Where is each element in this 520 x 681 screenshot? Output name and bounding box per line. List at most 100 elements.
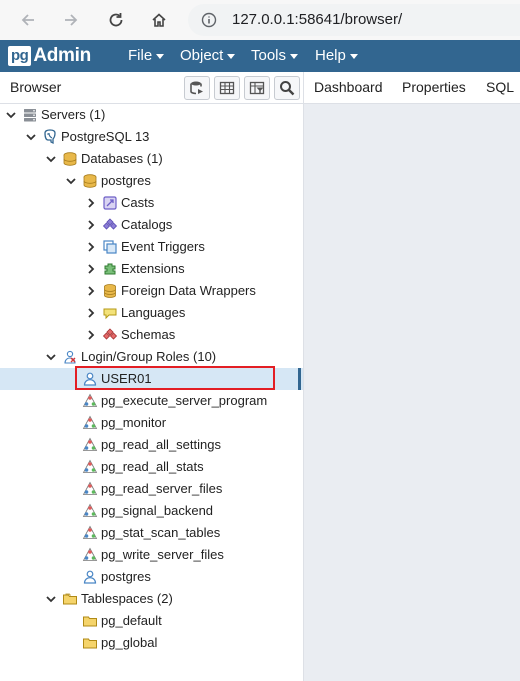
forward-button[interactable] <box>58 7 84 33</box>
tab-sql[interactable]: SQL <box>486 79 514 95</box>
reload-icon <box>109 13 123 27</box>
home-button[interactable] <box>146 7 172 33</box>
chevron-right-icon[interactable] <box>85 241 97 253</box>
chevron-down-icon[interactable] <box>25 131 37 143</box>
home-icon <box>152 13 166 27</box>
tree-node-catalogs[interactable]: Catalogs <box>0 214 303 236</box>
tree-node-casts[interactable]: Casts <box>0 192 303 214</box>
extensions-icon <box>104 263 116 275</box>
schemas-icon <box>102 328 118 340</box>
chevron-right-icon[interactable] <box>85 197 97 209</box>
reload-button[interactable] <box>103 7 129 33</box>
logo-pg-text: pg <box>8 46 32 66</box>
tree-node-extensions[interactable]: Extensions <box>0 258 303 280</box>
tree-node-role-postgres[interactable]: postgres <box>0 566 303 588</box>
browser-panel-title: Browser <box>10 79 62 95</box>
tab-properties[interactable]: Properties <box>402 79 466 95</box>
chevron-down-icon[interactable] <box>45 351 57 363</box>
back-arrow-icon <box>21 14 34 26</box>
tree-label: Casts <box>121 195 155 210</box>
tree-node-role[interactable]: pg_read_server_files <box>0 478 303 500</box>
search-objects-button[interactable] <box>274 76 300 100</box>
tablespace-icon <box>83 638 97 649</box>
tree-node-tablespaces[interactable]: Tablespaces (2) <box>0 588 303 610</box>
group-role-icon <box>82 525 98 539</box>
tree-label: Servers (1) <box>41 107 106 122</box>
tree-label: PostgreSQL 13 <box>61 129 150 144</box>
tree-node-role[interactable]: pg_read_all_stats <box>0 456 303 478</box>
tablespace-icon <box>83 616 97 627</box>
logo-admin-text: Admin <box>33 45 91 66</box>
catalogs-icon <box>102 218 118 230</box>
back-button[interactable] <box>15 7 41 33</box>
tree-label: pg_read_all_settings <box>101 437 221 452</box>
object-tree: Servers (1) PostgreSQL 13 Databases (1) … <box>0 104 303 681</box>
tree-node-database-postgres[interactable]: postgres <box>0 170 303 192</box>
tree-label: Extensions <box>121 261 185 276</box>
tree-label: postgres <box>101 569 151 584</box>
tablespaces-icon <box>63 593 77 605</box>
tab-dashboard[interactable]: Dashboard <box>314 79 383 95</box>
filtered-rows-button[interactable] <box>244 76 270 100</box>
group-role-icon <box>82 415 98 429</box>
site-info-icon[interactable] <box>201 12 217 31</box>
tree-node-role[interactable]: pg_stat_scan_tables <box>0 522 303 544</box>
menu-file-label: File <box>128 47 153 64</box>
tree-node-schemas[interactable]: Schemas <box>0 324 303 346</box>
menu-tools[interactable]: Tools <box>251 40 299 72</box>
servers-icon <box>24 109 36 122</box>
caret-down-icon <box>156 53 165 59</box>
chevron-right-icon[interactable] <box>85 285 97 297</box>
menu-help[interactable]: Help <box>315 40 358 72</box>
chevron-right-icon[interactable] <box>85 307 97 319</box>
tree-label: Languages <box>121 305 186 320</box>
highlight-annotation-box <box>75 366 275 390</box>
tree-node-server[interactable]: PostgreSQL 13 <box>0 126 303 148</box>
group-role-icon <box>82 459 98 473</box>
tree-node-languages[interactable]: Languages <box>0 302 303 324</box>
group-role-icon <box>82 437 98 451</box>
tree-node-foreign-data-wrappers[interactable]: Foreign Data Wrappers <box>0 280 303 302</box>
caret-down-icon <box>227 53 236 59</box>
browser-toolbar: 127.0.0.1:58641/browser/ <box>0 0 520 41</box>
tree-label: Foreign Data Wrappers <box>121 283 256 298</box>
tree-label: pg_stat_scan_tables <box>101 525 221 540</box>
chevron-down-icon[interactable] <box>45 593 57 605</box>
menu-object-label: Object <box>180 47 224 64</box>
tree-node-role[interactable]: pg_monitor <box>0 412 303 434</box>
tree-node-role[interactable]: pg_execute_server_program <box>0 390 303 412</box>
chevron-right-icon[interactable] <box>85 219 97 231</box>
casts-icon <box>103 196 117 210</box>
tree-label: Tablespaces (2) <box>81 591 173 606</box>
tree-node-login-group-roles[interactable]: Login/Group Roles (10) <box>0 346 303 368</box>
tree-label: pg_global <box>101 635 158 650</box>
selection-indicator <box>298 368 301 390</box>
tree-node-tablespace[interactable]: pg_default <box>0 610 303 632</box>
chevron-down-icon[interactable] <box>45 153 57 165</box>
tree-node-role[interactable]: pg_signal_backend <box>0 500 303 522</box>
caret-down-icon <box>349 53 358 59</box>
tree-label: pg_execute_server_program <box>101 393 268 408</box>
tree-node-databases[interactable]: Databases (1) <box>0 148 303 170</box>
menu-object[interactable]: Object <box>180 40 236 72</box>
tree-label: postgres <box>101 173 151 188</box>
address-bar[interactable]: 127.0.0.1:58641/browser/ <box>188 4 520 36</box>
query-tool-button[interactable] <box>184 76 210 100</box>
tree-label: Schemas <box>121 327 176 342</box>
menu-file[interactable]: File <box>128 40 165 72</box>
tree-node-tablespace[interactable]: pg_global <box>0 632 303 654</box>
chevron-down-icon[interactable] <box>65 175 77 187</box>
tree-node-servers[interactable]: Servers (1) <box>0 104 303 126</box>
tree-node-role[interactable]: pg_write_server_files <box>0 544 303 566</box>
pgadmin-logo: pg Admin <box>8 45 91 66</box>
tree-node-role[interactable]: pg_read_all_settings <box>0 434 303 456</box>
chevron-right-icon[interactable] <box>85 329 97 341</box>
tree-node-event-triggers[interactable]: Event Triggers <box>0 236 303 258</box>
tree-label: pg_read_server_files <box>101 481 223 496</box>
address-url[interactable]: 127.0.0.1:58641/browser/ <box>232 11 402 28</box>
view-data-button[interactable] <box>214 76 240 100</box>
view-data-icon <box>219 81 235 95</box>
chevron-down-icon[interactable] <box>5 109 17 121</box>
tree-label: pg_read_all_stats <box>101 459 204 474</box>
chevron-right-icon[interactable] <box>85 263 97 275</box>
